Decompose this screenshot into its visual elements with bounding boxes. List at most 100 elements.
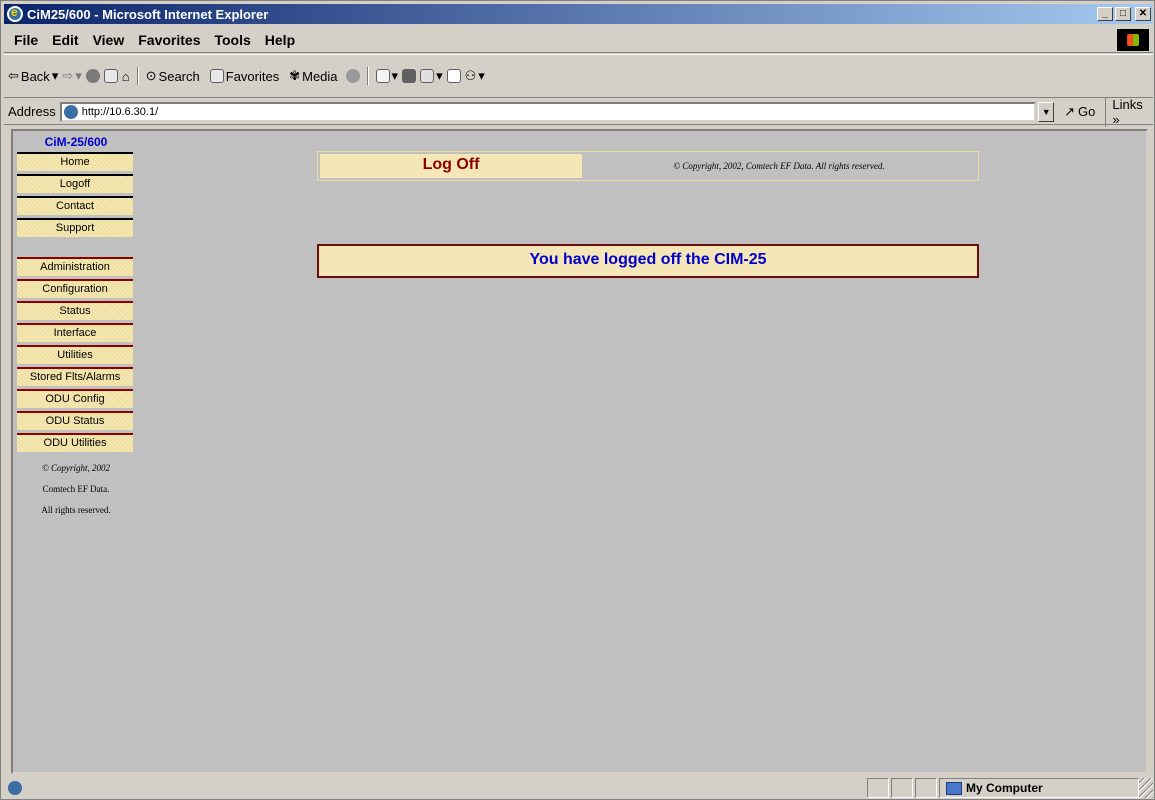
toolbar: ⇦ Back ▾ ⇨ ▾ ⌂ ⊙ Search Favorites ✾ Medi… xyxy=(4,54,1153,98)
stop-icon xyxy=(85,69,100,83)
address-bar: Address http://10.6.30.1/ ▼ ↗ Go Links » xyxy=(4,96,1153,127)
nav-logoff[interactable]: Logoff xyxy=(17,174,133,193)
nav-home[interactable]: Home xyxy=(17,152,133,171)
nav-odu-status[interactable]: ODU Status xyxy=(17,411,133,430)
menu-help[interactable]: Help xyxy=(265,32,295,48)
messenger-button[interactable]: ⚇ ▾ xyxy=(465,68,485,84)
page-header: Log Off © Copyright, 2002, Comtech EF Da… xyxy=(317,151,979,181)
maximize-button[interactable]: □ xyxy=(1115,7,1131,21)
address-label: Address xyxy=(8,104,56,119)
title-bar: CiM25/600 - Microsoft Internet Explorer … xyxy=(4,4,1153,24)
refresh-icon xyxy=(103,69,118,83)
mail-button[interactable]: ▾ xyxy=(375,68,399,84)
refresh-button[interactable] xyxy=(103,69,118,83)
nav-administration[interactable]: Administration xyxy=(17,257,133,276)
mail-dropdown-icon: ▾ xyxy=(391,68,399,83)
nav-utilities[interactable]: Utilities xyxy=(17,345,133,364)
page-icon xyxy=(63,104,78,119)
go-label: Go xyxy=(1078,104,1096,119)
back-label: Back xyxy=(20,68,50,84)
toolbar-separator xyxy=(366,67,369,85)
menu-view[interactable]: View xyxy=(93,32,125,48)
print-icon xyxy=(402,69,417,83)
side-nav: CiM-25/600 Home Logoff Contact Support A… xyxy=(17,135,135,521)
favorites-button[interactable]: Favorites xyxy=(209,68,280,84)
discuss-icon xyxy=(446,69,461,83)
nav-interface[interactable]: Interface xyxy=(17,323,133,342)
chevron-right-icon: » xyxy=(1112,111,1120,127)
computer-icon xyxy=(946,781,962,795)
address-input[interactable]: http://10.6.30.1/ xyxy=(59,101,1037,122)
edit-button[interactable]: ▾ xyxy=(420,68,443,84)
forward-arrow-icon: ⇨ xyxy=(62,68,74,83)
nav-stored-faults-alarms[interactable]: Stored Flts/Alarms xyxy=(17,367,133,386)
menu-edit[interactable]: Edit xyxy=(52,32,78,48)
browser-window: CiM25/600 - Microsoft Internet Explorer … xyxy=(0,0,1155,800)
nav-odu-utilities[interactable]: ODU Utilities xyxy=(17,433,133,452)
nav-footer-copyright: © Copyright, 2002 xyxy=(41,463,111,473)
windows-logo-icon xyxy=(1117,28,1149,51)
nav-status[interactable]: Status xyxy=(17,301,133,320)
minimize-button[interactable]: _ xyxy=(1097,7,1113,21)
go-arrow-icon: ↗ xyxy=(1064,103,1076,119)
status-cell xyxy=(915,778,937,798)
home-icon: ⌂ xyxy=(121,68,130,84)
zone-label: My Computer xyxy=(966,781,1043,795)
close-button[interactable]: ✕ xyxy=(1135,7,1151,21)
links-label: Links xyxy=(1112,96,1143,112)
resize-grip[interactable] xyxy=(1139,778,1153,798)
toolbar-separator xyxy=(136,67,139,85)
menu-favorites[interactable]: Favorites xyxy=(138,32,200,48)
nav-footer-company: Comtech EF Data. xyxy=(42,484,110,494)
media-label: Media xyxy=(302,68,338,84)
status-bar: My Computer xyxy=(4,777,1153,799)
page-title: Log Off xyxy=(320,154,582,178)
header-copyright: © Copyright, 2002, Comtech EF Data. All … xyxy=(673,161,885,171)
ie-page-icon xyxy=(8,781,22,795)
search-button[interactable]: ⊙ Search xyxy=(146,68,200,84)
messenger-dropdown-icon: ▾ xyxy=(478,68,485,83)
brand-title: CiM-25/600 xyxy=(44,135,108,149)
nav-footer: © Copyright, 2002 Comtech EF Data. All r… xyxy=(17,458,135,521)
nav-support[interactable]: Support xyxy=(17,218,133,237)
page-content: CiM-25/600 Home Logoff Contact Support A… xyxy=(11,129,1148,774)
nav-odu-config[interactable]: ODU Config xyxy=(17,389,133,408)
back-button[interactable]: ⇦ Back ▾ xyxy=(8,68,58,84)
search-icon: ⊙ xyxy=(145,68,157,83)
forward-button[interactable]: ⇨ ▾ xyxy=(62,68,81,84)
menu-tools[interactable]: Tools xyxy=(214,32,250,48)
discuss-button[interactable] xyxy=(446,69,461,83)
nav-configuration[interactable]: Configuration xyxy=(17,279,133,298)
nav-footer-rights: All rights reserved. xyxy=(41,505,111,515)
print-button[interactable] xyxy=(402,69,417,83)
edit-dropdown-icon: ▾ xyxy=(436,68,443,83)
window-title: CiM25/600 - Microsoft Internet Explorer xyxy=(27,6,269,22)
status-cell xyxy=(891,778,913,798)
history-icon xyxy=(345,69,360,83)
history-button[interactable] xyxy=(345,69,360,83)
ie-icon xyxy=(7,5,23,22)
menu-file[interactable]: File xyxy=(14,32,38,48)
mail-icon xyxy=(375,69,390,83)
home-button[interactable]: ⌂ xyxy=(122,69,130,84)
messenger-icon: ⚇ xyxy=(464,68,477,83)
menu-bar: File Edit View Favorites Tools Help xyxy=(4,27,1153,53)
links-button[interactable]: Links » xyxy=(1105,96,1153,127)
go-button[interactable]: ↗ Go xyxy=(1064,104,1095,120)
stop-button[interactable] xyxy=(85,69,100,83)
favorites-icon xyxy=(209,69,224,83)
address-dropdown-button[interactable]: ▼ xyxy=(1038,101,1055,122)
forward-dropdown-icon: ▾ xyxy=(75,68,82,83)
media-button[interactable]: ✾ Media xyxy=(289,68,337,84)
nav-contact[interactable]: Contact xyxy=(17,196,133,215)
favorites-label: Favorites xyxy=(225,68,280,84)
media-icon: ✾ xyxy=(289,68,301,83)
search-label: Search xyxy=(158,68,200,84)
back-dropdown-icon: ▾ xyxy=(51,68,59,83)
status-cell xyxy=(867,778,889,798)
address-url: http://10.6.30.1/ xyxy=(81,105,159,118)
edit-icon xyxy=(420,69,435,83)
back-arrow-icon: ⇦ xyxy=(8,68,19,83)
logoff-message: You have logged off the CIM-25 xyxy=(317,244,979,278)
